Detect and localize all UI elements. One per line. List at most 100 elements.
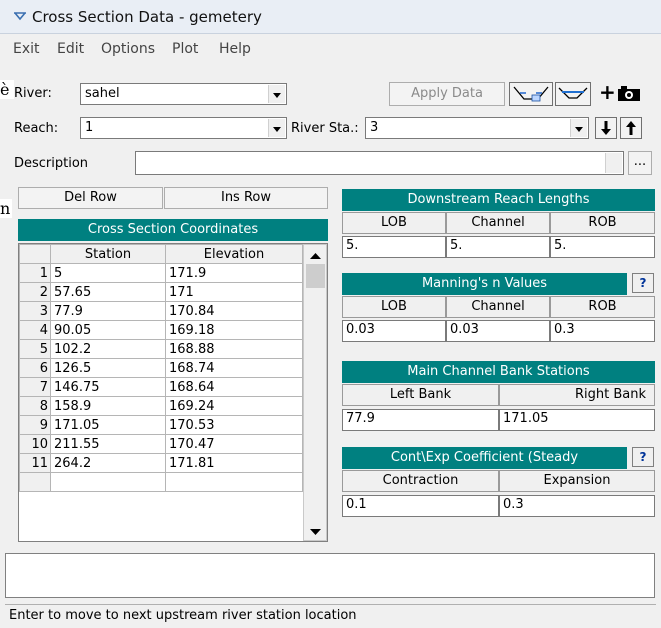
message-box xyxy=(5,553,655,598)
apply-data-button[interactable]: Apply Data xyxy=(389,82,505,106)
elevation-cell[interactable]: 168.88 xyxy=(165,339,303,359)
coords-scrollbar[interactable] xyxy=(303,244,327,541)
scroll-up-icon[interactable] xyxy=(310,252,321,260)
elevation-cell[interactable]: 169.24 xyxy=(165,396,303,416)
contraction-header: Contraction xyxy=(342,470,499,492)
elevation-cell[interactable]: 170.84 xyxy=(165,301,303,321)
station-cell[interactable]: 146.75 xyxy=(50,377,166,397)
elevation-cell[interactable] xyxy=(165,472,303,492)
mannings-channel-header: Channel xyxy=(446,296,550,318)
station-cell[interactable]: 126.5 xyxy=(50,358,166,378)
downstream-channel-header: Channel xyxy=(446,212,550,234)
expansion-input[interactable]: 0.3 xyxy=(499,495,655,517)
elevation-cell[interactable]: 171 xyxy=(165,282,303,302)
add-photo-icon[interactable] xyxy=(617,86,641,102)
mannings-channel-input[interactable]: 0.03 xyxy=(446,320,550,342)
row-number: 10 xyxy=(19,434,51,454)
prev-station-button[interactable] xyxy=(595,117,617,139)
status-bar: Enter to move to next upstream river sta… xyxy=(5,604,656,624)
station-cell[interactable] xyxy=(50,472,166,492)
row-number-header xyxy=(19,244,51,264)
chevron-down-icon[interactable] xyxy=(268,119,285,137)
left-bank-header: Left Bank xyxy=(342,384,499,406)
menu-edit[interactable]: Edit xyxy=(57,41,84,57)
mannings-lob-input[interactable]: 0.03 xyxy=(342,320,446,342)
left-bank-input[interactable]: 77.9 xyxy=(342,409,499,431)
window-title: Cross Section Data - gemetery xyxy=(32,8,262,26)
station-cell[interactable]: 102.2 xyxy=(50,339,166,359)
coords-grid: Station Elevation 1 5 171.9 2 57.65 171 3 77.… xyxy=(19,244,303,492)
mannings-lob-header: LOB xyxy=(342,296,446,318)
del-row-button[interactable]: Del Row xyxy=(18,187,163,209)
downstream-lob-input[interactable]: 5. xyxy=(342,236,446,258)
description-field[interactable] xyxy=(135,151,624,175)
spin-icon[interactable] xyxy=(605,153,622,173)
elevation-cell[interactable]: 168.64 xyxy=(165,377,303,397)
table-row[interactable]: 4 90.05 169.18 xyxy=(19,320,303,340)
table-row[interactable]: 9 171.05 170.53 xyxy=(19,415,303,435)
river-label: River: xyxy=(14,86,52,101)
table-row[interactable]: 11 264.2 171.81 xyxy=(19,453,303,473)
ineffective-flow-button[interactable] xyxy=(509,82,553,106)
mannings-rob-input[interactable]: 0.3 xyxy=(550,320,655,342)
station-cell[interactable]: 90.05 xyxy=(50,320,166,340)
reach-combo[interactable]: 1 xyxy=(80,117,287,139)
coef-help-button[interactable]: ? xyxy=(632,447,654,467)
app-icon xyxy=(14,12,26,21)
station-cell[interactable]: 5 xyxy=(50,263,166,283)
table-row[interactable]: 6 126.5 168.74 xyxy=(19,358,303,378)
elevation-cell[interactable]: 169.18 xyxy=(165,320,303,340)
elevation-cell[interactable]: 168.74 xyxy=(165,358,303,378)
station-header: Station xyxy=(50,244,166,264)
station-cell[interactable]: 57.65 xyxy=(50,282,166,302)
station-cell[interactable]: 158.9 xyxy=(50,396,166,416)
chevron-down-icon[interactable] xyxy=(570,119,587,137)
table-row[interactable]: 10 211.55 170.47 xyxy=(19,434,303,454)
row-number: 9 xyxy=(19,415,51,435)
add-label[interactable]: + xyxy=(599,80,616,104)
river-sta-combo[interactable]: 3 xyxy=(365,117,589,139)
scroll-down-icon[interactable] xyxy=(310,528,321,536)
reach-label: Reach: xyxy=(14,121,59,136)
station-cell[interactable]: 264.2 xyxy=(50,453,166,473)
table-row[interactable]: 7 146.75 168.64 xyxy=(19,377,303,397)
contraction-input[interactable]: 0.1 xyxy=(342,495,499,517)
elevation-cell[interactable]: 171.81 xyxy=(165,453,303,473)
downstream-rob-input[interactable]: 5. xyxy=(550,236,655,258)
arrow-up-icon xyxy=(626,121,636,135)
table-row[interactable]: 2 57.65 171 xyxy=(19,282,303,302)
menu-help[interactable]: Help xyxy=(219,41,251,57)
scroll-thumb[interactable] xyxy=(306,264,325,288)
river-combo[interactable]: sahel xyxy=(80,83,287,105)
table-row[interactable]: 5 102.2 168.88 xyxy=(19,339,303,359)
next-station-button[interactable] xyxy=(620,117,642,139)
ins-row-button[interactable]: Ins Row xyxy=(164,187,328,209)
table-row-partial[interactable] xyxy=(19,472,303,492)
elevation-cell[interactable]: 171.9 xyxy=(165,263,303,283)
levee-button[interactable] xyxy=(555,82,591,106)
chevron-down-icon[interactable] xyxy=(268,85,285,103)
table-row[interactable]: 1 5 171.9 xyxy=(19,263,303,283)
elevation-cell[interactable]: 170.53 xyxy=(165,415,303,435)
right-bank-input[interactable]: 171.05 xyxy=(499,409,655,431)
table-row[interactable]: 8 158.9 169.24 xyxy=(19,396,303,416)
table-row[interactable]: 3 77.9 170.84 xyxy=(19,301,303,321)
downstream-rob-header: ROB xyxy=(550,212,655,234)
menu-options[interactable]: Options xyxy=(101,41,155,57)
description-ellipsis-button[interactable]: ... xyxy=(628,151,652,175)
row-number: 3 xyxy=(19,301,51,321)
station-cell[interactable]: 171.05 xyxy=(50,415,166,435)
station-cell[interactable]: 211.55 xyxy=(50,434,166,454)
row-number: 7 xyxy=(19,377,51,397)
downstream-channel-input[interactable]: 5. xyxy=(446,236,550,258)
menu-plot[interactable]: Plot xyxy=(172,41,198,57)
mannings-help-button[interactable]: ? xyxy=(632,273,654,293)
downstream-lob-header: LOB xyxy=(342,212,446,234)
elevation-cell[interactable]: 170.47 xyxy=(165,434,303,454)
bank-title: Main Channel Bank Stations xyxy=(342,361,655,383)
station-cell[interactable]: 77.9 xyxy=(50,301,166,321)
menu-exit[interactable]: Exit xyxy=(13,41,40,57)
right-bank-header: Right Bank xyxy=(499,384,655,406)
row-number: 6 xyxy=(19,358,51,378)
mannings-rob-header: ROB xyxy=(550,296,655,318)
